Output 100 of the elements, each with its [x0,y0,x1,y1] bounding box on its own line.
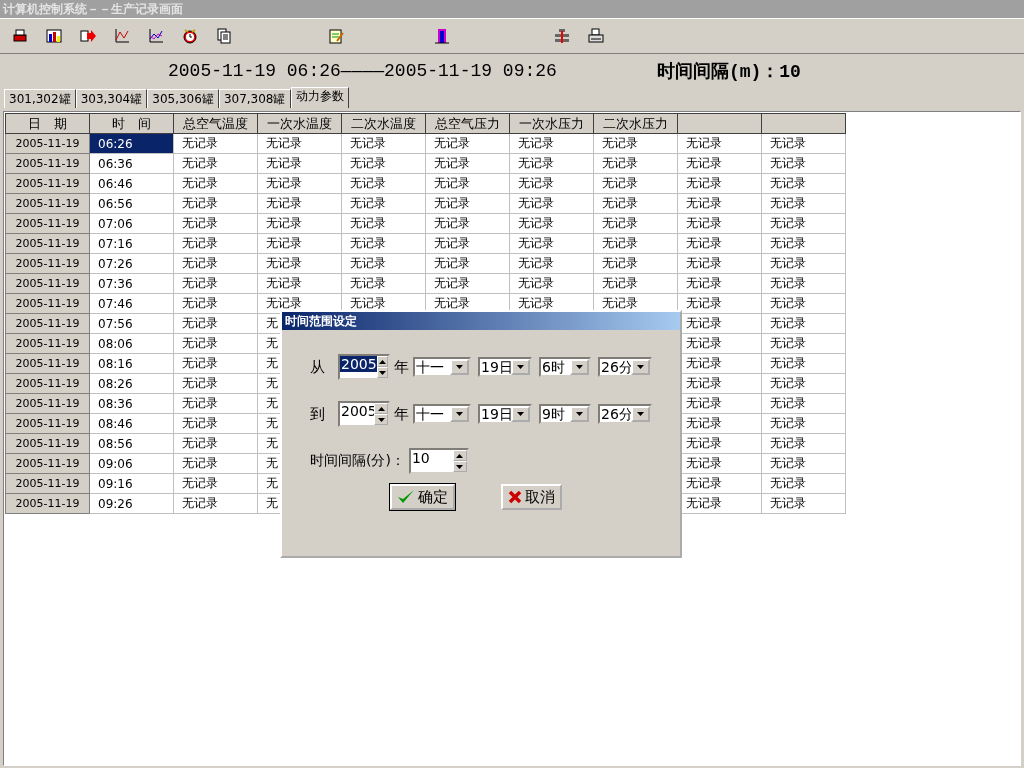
row-header: 2005-11-19 [5,293,90,314]
table-cell: 无记录 [341,233,426,254]
down-arrow-icon[interactable] [456,464,464,469]
table-cell: 无记录 [173,333,258,354]
printer-icon[interactable] [588,28,604,44]
column-header: 一次水温度 [257,113,342,134]
table-cell: 无记录 [761,473,846,494]
table-cell: 无记录 [341,213,426,234]
table-cell: 无记录 [761,333,846,354]
tab[interactable]: 305,306罐 [147,89,219,108]
table-cell: 无记录 [761,453,846,474]
table-cell: 08:06 [89,333,174,354]
spin-field[interactable]: 10 [408,448,469,474]
table-cell: 无记录 [257,153,342,174]
table-cell: 无记录 [761,313,846,334]
table-cell: 无记录 [173,453,258,474]
table-cell: 无记录 [677,273,762,294]
up-arrow-icon[interactable] [377,406,385,411]
dropdown[interactable]: 9时 [539,404,591,424]
row-header: 2005-11-19 [5,313,90,334]
dropdown[interactable]: 十一 [413,404,471,424]
table-cell: 无记录 [173,493,258,514]
row-header: 2005-11-19 [5,213,90,234]
table-cell: 无记录 [593,233,678,254]
line-chart-icon[interactable] [148,28,164,44]
table-cell: 无记录 [341,133,426,154]
dropdown[interactable]: 19日 [478,404,532,424]
table-cell: 07:56 [89,313,174,334]
network-icon[interactable] [554,28,570,44]
table-cell: 无记录 [761,493,846,514]
cancel-button[interactable]: 取消 [501,484,562,510]
table-cell: 无记录 [593,253,678,274]
table-cell: 无记录 [761,213,846,234]
table-cell: 无记录 [509,213,594,234]
table-cell: 07:16 [89,233,174,254]
table-cell: 无记录 [257,193,342,214]
column-header: 一次水压力 [509,113,594,134]
line-chart-icon[interactable] [114,28,130,44]
arrow-icon[interactable] [80,28,96,44]
table-cell: 无记录 [761,253,846,274]
table-cell: 无记录 [173,353,258,374]
bars-icon[interactable] [434,28,450,44]
table-cell: 无记录 [257,173,342,194]
table-cell: 无记录 [593,133,678,154]
tab[interactable]: 307,308罐 [218,89,291,108]
printer-icon[interactable] [12,28,28,44]
dropdown[interactable]: 十一 [413,357,471,377]
caret-icon [637,412,644,416]
caret-icon [456,412,463,416]
table-cell: 无记录 [257,253,342,274]
table-cell: 无记录 [509,253,594,274]
table-cell: 无记录 [425,153,510,174]
row-header: 2005-11-19 [5,393,90,414]
column-header: 总空气压力 [425,113,510,134]
caret-icon [517,412,524,416]
table-cell: 无记录 [761,413,846,434]
table-cell: 无记录 [257,273,342,294]
table-cell: 无记录 [425,193,510,214]
table-cell: 07:46 [89,293,174,314]
table-cell: 无记录 [677,253,762,274]
caret-icon [456,365,463,369]
table-cell: 无记录 [341,193,426,214]
table-cell: 无记录 [173,253,258,274]
dropdown[interactable]: 19日 [478,357,532,377]
table-cell: 无记录 [677,213,762,234]
tab[interactable]: 303,304罐 [75,89,148,108]
table-cell: 无记录 [425,233,510,254]
close-icon [508,490,522,504]
table-cell: 无记录 [173,133,258,154]
spin-field[interactable]: 2005 [338,354,390,380]
up-arrow-icon[interactable] [378,359,386,364]
table-cell: 无记录 [677,133,762,154]
row-header: 2005-11-19 [5,353,90,374]
alarm-clock-icon[interactable] [182,28,198,44]
column-header: 二次水温度 [341,113,426,134]
table-cell: 无记录 [677,233,762,254]
table-cell: 无记录 [425,273,510,294]
down-arrow-icon[interactable] [377,417,385,422]
row-header: 2005-11-19 [5,173,90,194]
checkmark-icon [397,489,415,505]
tab[interactable]: 301,302罐 [4,89,76,108]
table-cell: 无记录 [593,213,678,234]
down-arrow-icon[interactable] [378,370,386,375]
table-cell: 无记录 [761,173,846,194]
notepad-icon[interactable] [328,28,344,44]
table-cell: 无记录 [173,213,258,234]
bar-chart-icon[interactable] [46,28,62,44]
row-header: 2005-11-19 [5,493,90,514]
dropdown[interactable]: 6时 [539,357,591,377]
table-cell: 08:26 [89,373,174,394]
table-cell: 无记录 [509,273,594,294]
tab[interactable]: 动力参数 [290,87,349,108]
caret-icon [576,365,583,369]
table-cell: 06:46 [89,173,174,194]
ok-button[interactable]: 确定 [390,484,455,510]
table-cell: 无记录 [341,173,426,194]
documents-icon[interactable] [216,28,232,44]
up-arrow-icon[interactable] [456,453,464,458]
interval-text: 时间间隔(m)：10 [656,61,801,83]
table-cell: 无记录 [173,193,258,214]
